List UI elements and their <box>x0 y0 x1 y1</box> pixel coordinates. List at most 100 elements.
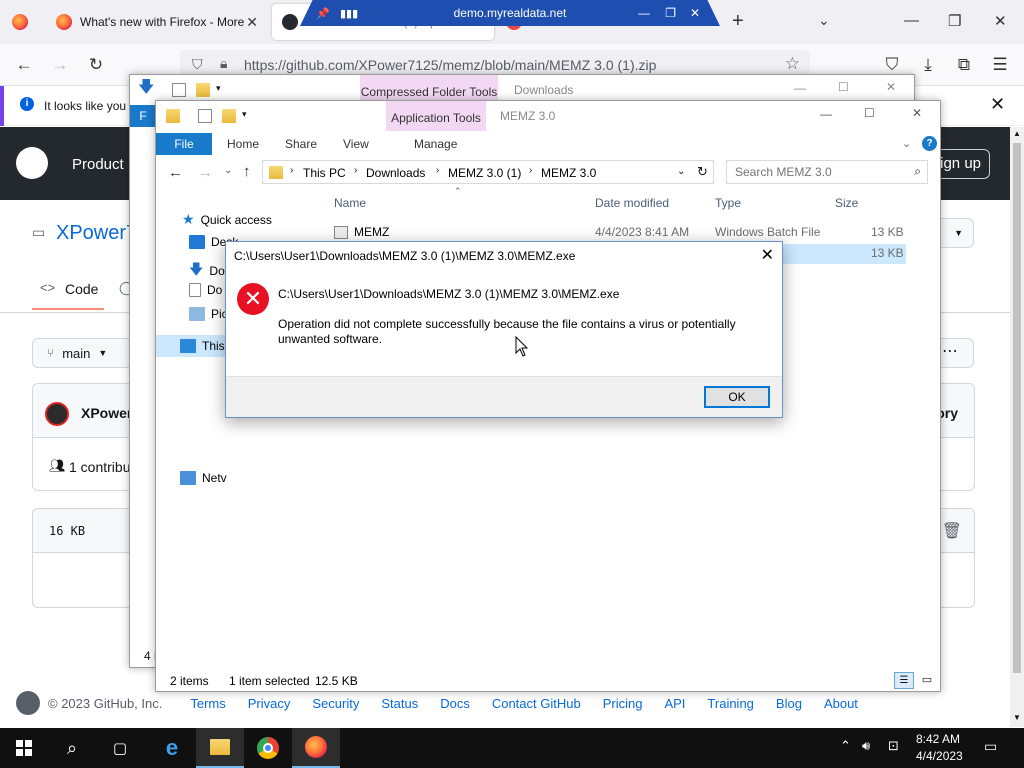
commit-author[interactable]: XPower <box>81 405 132 421</box>
close-icon[interactable]: ✕ <box>886 80 896 94</box>
task-view-icon[interactable]: ▢ <box>96 728 144 768</box>
footer-link-blog[interactable]: Blog <box>776 696 802 711</box>
product-menu[interactable]: Product <box>72 156 124 173</box>
footer-link-about[interactable]: About <box>824 696 858 711</box>
ok-button[interactable]: OK <box>704 386 770 408</box>
minimize-icon[interactable]: — <box>794 81 806 95</box>
column-date[interactable]: Date modified <box>595 196 669 210</box>
minimize-icon[interactable]: — <box>904 12 919 29</box>
details-view-icon[interactable]: ☰ <box>894 672 914 689</box>
nav-downloads[interactable]: 🡇 Do <box>189 259 225 283</box>
tab-code[interactable]: Code <box>65 281 98 297</box>
footer-link-training[interactable]: Training <box>707 696 753 711</box>
close-icon[interactable]: ✕ <box>246 14 258 31</box>
menu-icon[interactable]: ☰ <box>988 53 1012 77</box>
column-size[interactable]: Size <box>835 196 858 210</box>
internet-explorer-icon[interactable]: e <box>148 728 196 768</box>
footer-link-api[interactable]: API <box>664 696 685 711</box>
minimize-icon[interactable]: — <box>638 6 650 20</box>
close-window-icon[interactable]: ✕ <box>994 12 1007 30</box>
reload-icon[interactable]: ↻ <box>84 53 108 77</box>
new-tab-button[interactable]: + <box>732 10 744 33</box>
scroll-down-icon[interactable]: ▼ <box>1013 713 1021 722</box>
branch-selector[interactable]: ⑂ main ▼ <box>32 338 132 368</box>
forward-icon[interactable]: → <box>48 53 72 77</box>
up-icon[interactable]: ↑ <box>243 163 251 180</box>
forward-icon[interactable]: → <box>198 164 213 181</box>
start-button[interactable] <box>0 728 48 768</box>
github-logo-icon[interactable] <box>16 147 48 179</box>
refresh-icon[interactable]: ↻ <box>697 164 708 180</box>
tray-chevron-icon[interactable]: ⌃ <box>840 738 851 754</box>
contributors-text[interactable]: 1 contribu <box>69 459 130 475</box>
downloads-icon[interactable]: ⤓ <box>916 53 940 77</box>
scroll-thumb[interactable] <box>1013 143 1021 673</box>
pin-icon[interactable]: 📌 <box>316 7 330 20</box>
tools-header-label: Application Tools <box>391 111 481 125</box>
back-icon[interactable]: ← <box>168 164 183 181</box>
breadcrumb-downloads[interactable]: Downloads <box>366 161 425 185</box>
tab-manage[interactable]: Manage <box>414 137 457 151</box>
close-icon[interactable]: ✕ <box>990 94 1005 115</box>
footer-link-privacy[interactable]: Privacy <box>248 696 291 711</box>
qat-dropdown-icon[interactable]: ▾ <box>216 83 221 94</box>
minimize-icon[interactable]: — <box>820 107 832 121</box>
tab-share[interactable]: Share <box>285 137 317 151</box>
tab-home[interactable]: Home <box>227 137 259 151</box>
file-row[interactable]: MEMZ 4/4/2023 8:41 AM Windows Batch File… <box>330 223 906 243</box>
column-name[interactable]: Name <box>334 196 366 210</box>
breadcrumb-this-pc[interactable]: This PC <box>303 161 346 185</box>
tab-view[interactable]: View <box>343 137 369 151</box>
tab-file[interactable]: File <box>156 133 212 155</box>
file-tab[interactable]: F <box>130 105 156 127</box>
address-bar[interactable]: › This PC › Downloads › MEMZ 3.0 (1) › M… <box>262 160 714 184</box>
extensions-icon[interactable]: ⧉ <box>952 53 976 77</box>
search-icon[interactable]: ⌕ <box>48 728 96 768</box>
back-icon[interactable]: ← <box>12 53 36 77</box>
chrome-icon[interactable] <box>244 728 292 768</box>
footer-link-contact[interactable]: Contact GitHub <box>492 696 581 711</box>
nav-documents[interactable]: Do <box>189 283 222 297</box>
nav-quick-access[interactable]: ★ Quick access <box>182 211 272 228</box>
ribbon-expand-icon[interactable]: ⌄ <box>902 137 911 150</box>
bookmark-star-icon[interactable]: ☆ <box>785 54 800 74</box>
restore-icon[interactable]: ❐ <box>665 6 676 20</box>
footer-link-terms[interactable]: Terms <box>190 696 225 711</box>
firefox-menu-icon[interactable] <box>12 14 28 30</box>
page-scrollbar[interactable]: ▲ ▼ <box>1010 127 1024 727</box>
nav-network[interactable]: Netv <box>180 471 227 485</box>
qat-dropdown-icon[interactable]: ▾ <box>242 109 247 120</box>
maximize-icon[interactable]: ❐ <box>948 12 961 30</box>
close-icon[interactable]: ✕ <box>690 6 700 20</box>
footer-link-docs[interactable]: Docs <box>440 696 470 711</box>
tab-list-chevron-icon[interactable]: ⌄ <box>818 12 830 29</box>
help-icon[interactable]: ? <box>922 136 937 151</box>
footer-link-security[interactable]: Security <box>312 696 359 711</box>
tab-whats-new[interactable]: What's new with Firefox - More ✕ <box>46 4 268 40</box>
clock-date[interactable]: 4/4/2023 <box>916 749 963 763</box>
close-icon[interactable]: ✕ <box>761 245 774 265</box>
footer-link-pricing[interactable]: Pricing <box>603 696 643 711</box>
breadcrumb-memz-30[interactable]: MEMZ 3.0 <box>541 161 596 185</box>
maximize-icon[interactable]: ☐ <box>838 80 849 94</box>
clock-time[interactable]: 8:42 AM <box>916 732 960 746</box>
address-dropdown-icon[interactable]: ⌄ <box>677 166 685 177</box>
large-icons-view-icon[interactable]: ▭ <box>918 672 936 689</box>
file-explorer-icon[interactable] <box>196 728 244 768</box>
footer-link-status[interactable]: Status <box>381 696 418 711</box>
close-icon[interactable]: ✕ <box>912 106 922 120</box>
nav-pictures[interactable]: Pic <box>189 307 228 321</box>
trash-icon[interactable]: 🗑︎ <box>942 521 962 541</box>
scroll-up-icon[interactable]: ▲ <box>1013 129 1021 138</box>
network-icon[interactable]: ⊡ <box>888 738 899 754</box>
volume-icon[interactable]: 🔊︎ <box>862 738 870 754</box>
notifications-icon[interactable]: ▭ <box>984 738 997 755</box>
maximize-icon[interactable]: ☐ <box>864 106 875 120</box>
breadcrumb-memz-1[interactable]: MEMZ 3.0 (1) <box>448 161 521 185</box>
search-input[interactable] <box>727 161 903 183</box>
recent-chevron-icon[interactable]: ⌄ <box>224 165 232 176</box>
firefox-icon[interactable] <box>292 728 340 768</box>
search-box[interactable]: ⌕ <box>726 160 928 184</box>
column-type[interactable]: Type <box>715 196 741 210</box>
repo-name[interactable]: XPower7 <box>56 222 137 245</box>
